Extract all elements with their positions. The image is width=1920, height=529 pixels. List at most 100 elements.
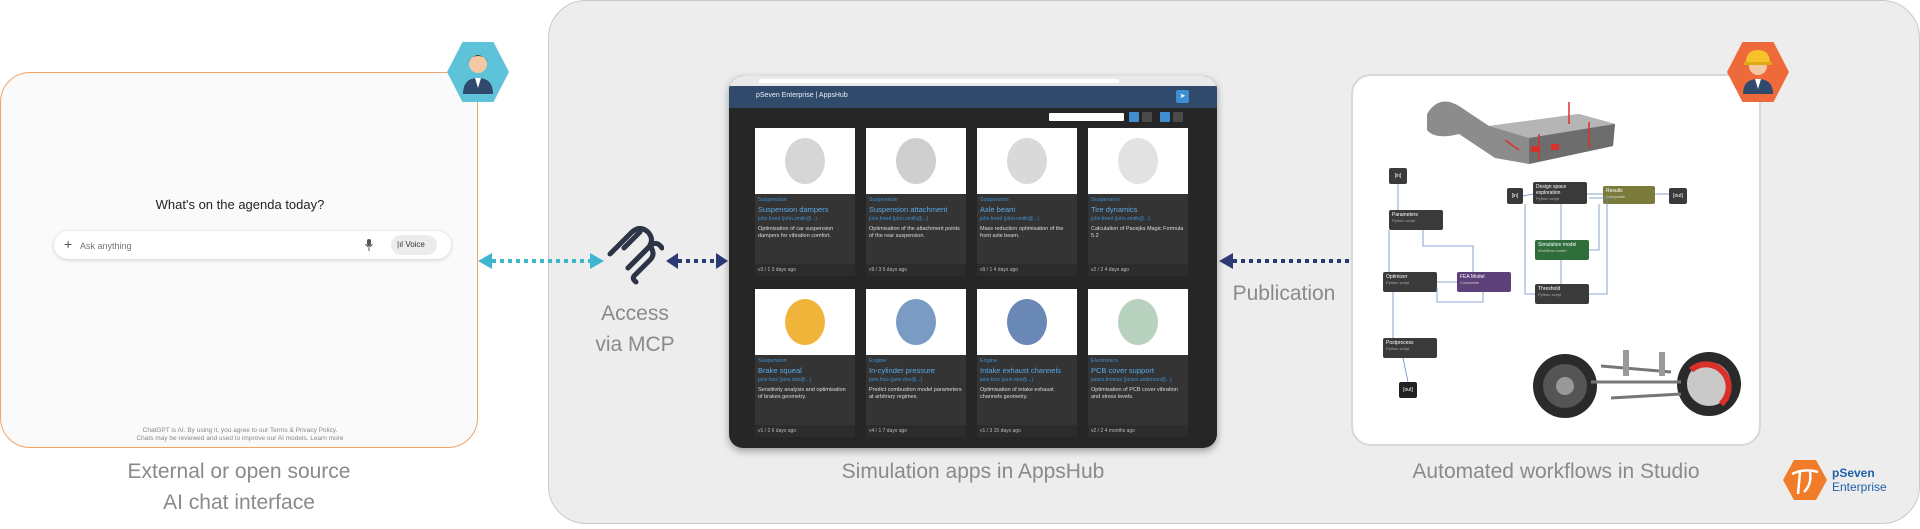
app-card-category: Suspension: [758, 358, 787, 364]
app-card-age: 15 days ago: [993, 428, 1021, 434]
app-card[interactable]: Suspension Brake squeal jane.foss (jane.do…: [755, 289, 855, 437]
app-card-title[interactable]: Intake exhaust channels: [980, 366, 1061, 375]
app-card[interactable]: Suspension Suspension dampers john.freed (…: [755, 128, 855, 276]
mcp-caption-line1: Access: [601, 302, 669, 325]
app-card-description: Optimisation of the attachment points of…: [869, 226, 960, 239]
app-card-thumbnail: [755, 289, 855, 355]
app-card-title[interactable]: PCB cover support: [1091, 366, 1154, 375]
app-card[interactable]: Engine In-cylinder pressure jane.foss (jan…: [866, 289, 966, 437]
brand-line1: pSeven: [1832, 466, 1875, 480]
app-card-thumbnail: [755, 128, 855, 194]
publication-label: Publication: [1232, 282, 1336, 305]
app-card-footer: v1 / 2 6 days ago: [755, 425, 855, 437]
app-card-age: 5 days ago: [882, 267, 908, 273]
app-card-thumbnail: [977, 289, 1077, 355]
chat-input-box[interactable]: + |ıl Voice: [54, 231, 451, 259]
app-card-age: 7 days ago: [882, 428, 908, 434]
app-card-description: Sensitivity analysis and optimisation of…: [758, 387, 846, 400]
app-card-age: 6 days ago: [771, 428, 797, 434]
app-card-age: 4 days ago: [993, 267, 1019, 273]
app-card-age: 4 days ago: [1104, 267, 1130, 273]
app-card-thumbnail: [1088, 289, 1188, 355]
app-card-description: Calculation of Pacejka Magic Formula 5.2: [1091, 226, 1184, 239]
studio-caption: Automated workflows in Studio: [1412, 460, 1700, 483]
app-card-version: v2 / 2: [1091, 428, 1104, 434]
app-card-category: Electronics: [1091, 358, 1118, 364]
mcp-caption: Access via MCP: [578, 298, 692, 360]
app-card-version: v9 / 1: [980, 267, 993, 273]
brand-line2: Enterprise: [1832, 480, 1887, 494]
studio-workflow-card: [in] Parameters Python script Optimizer …: [1351, 74, 1761, 446]
chat-caption-line2: AI chat interface: [163, 491, 315, 514]
app-card-category: Suspension: [1091, 197, 1120, 203]
chat-input[interactable]: [78, 237, 282, 254]
app-card-owner: jane.foss (jane.doe@...): [869, 377, 923, 383]
app-card-description: Optimisation of car suspension dampers f…: [758, 226, 834, 239]
app-card[interactable]: Engine Intake exhaust channels jane.foss (…: [977, 289, 1077, 437]
app-card-title[interactable]: Suspension attachment: [869, 205, 947, 214]
chat-mcp-arrow: [478, 253, 604, 269]
app-card-thumbnail: [1088, 128, 1188, 194]
app-card[interactable]: Suspension Axle beam john.freed (john.smit…: [977, 128, 1077, 276]
chat-caption: External or open source AI chat interfac…: [0, 456, 478, 518]
app-card-owner: james.thomas (james.anderson@...): [1091, 377, 1172, 383]
appshub-caption: Simulation apps in AppsHub: [841, 460, 1105, 483]
voice-button[interactable]: |ıl Voice: [391, 235, 437, 255]
app-cards-grid: Suspension Suspension dampers john.freed (…: [729, 76, 1217, 448]
app-card-footer: v1 / 3 15 days ago: [977, 425, 1077, 437]
app-card-version: v4 / 1: [869, 428, 882, 434]
app-card-title[interactable]: Axle beam: [980, 205, 1015, 214]
app-card-thumbnail: [866, 128, 966, 194]
app-card[interactable]: Suspension Tire dynamics john.freed (john.…: [1088, 128, 1188, 276]
app-card-title[interactable]: Brake squeal: [758, 366, 802, 375]
plus-icon[interactable]: +: [64, 236, 72, 252]
chat-heading: What's on the agenda today?: [155, 197, 325, 212]
app-card-description: Optimisation of PCB cover vibration and …: [1091, 387, 1178, 400]
app-card-footer: v9 / 3 5 days ago: [866, 264, 966, 276]
app-card-age: 3 days ago: [771, 267, 797, 273]
appshub-browser-window: pSeven Enterprise | AppsHub ➤ Suspension…: [729, 76, 1217, 448]
app-card-category: Engine: [980, 358, 998, 364]
app-card-description: Predict combustion model parameters at a…: [869, 387, 962, 400]
app-card-category: Engine: [869, 358, 887, 364]
app-card-footer: v2 / 2 4 months ago: [1088, 425, 1188, 437]
app-card-description: Mass reduction optimisation of the front…: [980, 226, 1064, 239]
app-card-owner: john.freed (john.smith@...): [869, 216, 928, 222]
app-card-owner: jane.foss (jane.doe@...): [758, 377, 812, 383]
app-card-footer: v9 / 1 4 days ago: [977, 264, 1077, 276]
app-card[interactable]: Electronics PCB cover support james.thomas…: [1088, 289, 1188, 437]
app-card-owner: jane.foss (jane.doe@...): [980, 377, 1034, 383]
workflow-left-links: [1388, 184, 1484, 383]
pseven-logo-icon: [1783, 460, 1827, 500]
app-card-footer: v3 / 1 3 days ago: [755, 264, 855, 276]
chat-footer-line1: ChatGPT is AI. By using it, you agree to…: [142, 427, 338, 434]
app-card-age: 4 months ago: [1104, 428, 1135, 434]
app-card-category: Suspension: [980, 197, 1009, 203]
app-card-title[interactable]: Suspension dampers: [758, 205, 828, 214]
app-card-thumbnail: [977, 128, 1077, 194]
workflow-left: [in] Parameters Python script Optimizer …: [1353, 76, 1513, 448]
waveform-icon: |ıl: [397, 240, 404, 249]
app-card-version: v1 / 2: [758, 428, 771, 434]
app-card-version: v2 / 2: [1091, 267, 1104, 273]
app-card-footer: v4 / 1 7 days ago: [866, 425, 966, 437]
chat-footer-line2: Chats may be reviewed and used to improv…: [136, 435, 344, 442]
mcp-appshub-arrow: [666, 253, 728, 269]
publication-arrow: [1219, 253, 1349, 269]
pseven-enterprise-logo: pSeven Enterprise: [1782, 458, 1892, 502]
voice-label: Voice: [405, 240, 425, 249]
microphone-icon[interactable]: [365, 238, 373, 256]
app-card-owner: john.freed (john.smith@...): [758, 216, 817, 222]
app-card-category: Suspension: [869, 197, 898, 203]
mcp-logo-icon: [607, 226, 664, 285]
app-card-footer: v2 / 2 4 days ago: [1088, 264, 1188, 276]
app-card-version: v9 / 3: [869, 267, 882, 273]
app-card-category: Suspension: [758, 197, 787, 203]
suspension-model-image: [1533, 350, 1741, 418]
app-card-title[interactable]: Tire dynamics: [1091, 205, 1137, 214]
app-card[interactable]: Suspension Suspension attachment john.free…: [866, 128, 966, 276]
app-card-thumbnail: [866, 289, 966, 355]
app-card-title[interactable]: In-cylinder pressure: [869, 366, 935, 375]
app-card-version: v1 / 3: [980, 428, 993, 434]
chat-interface-card: What's on the agenda today? + |ıl Voice …: [0, 72, 478, 448]
